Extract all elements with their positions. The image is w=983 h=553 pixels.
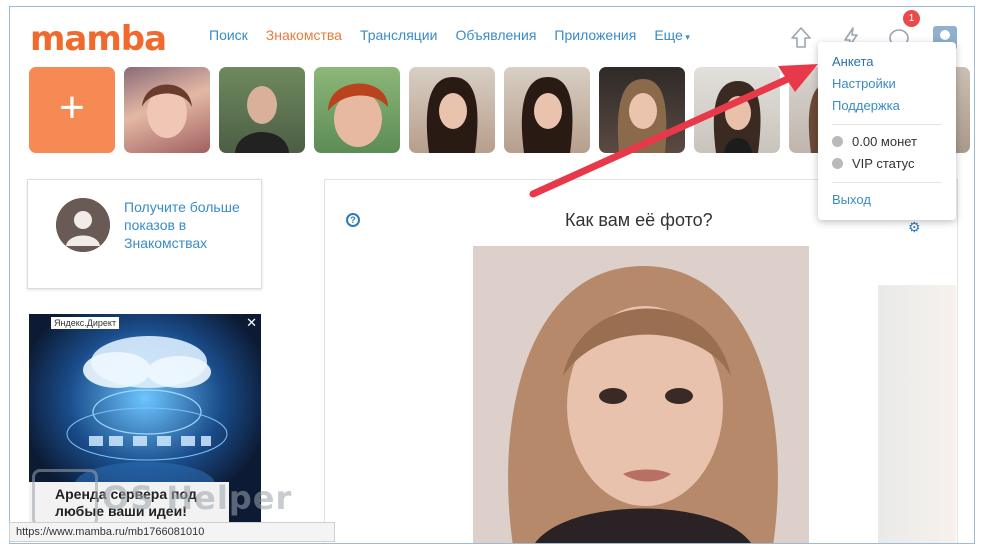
user-avatar-silhouette-icon xyxy=(56,198,110,252)
profile-photo[interactable] xyxy=(473,246,809,543)
settings-gear-icon[interactable]: ⚙ xyxy=(908,219,921,236)
vip-status-label: VIP статус xyxy=(852,156,915,171)
user-thumbnail[interactable] xyxy=(314,67,400,153)
rate-photo-card: ? Как вам её фото? xyxy=(324,179,958,543)
menu-item-support[interactable]: Поддержка xyxy=(832,98,900,113)
notification-badge: 1 xyxy=(903,10,920,27)
nav-search[interactable]: Поиск xyxy=(209,27,248,43)
vip-icon xyxy=(832,158,843,169)
menu-item-vip[interactable]: VIP статус xyxy=(832,156,915,171)
nav-more[interactable]: Еще xyxy=(654,27,690,43)
promo-boost-box[interactable]: Получите больше показов в Знакомствах xyxy=(27,179,262,289)
profile-dropdown-menu: Анкета Настройки Поддержка 0.00 монет VI… xyxy=(818,42,956,220)
upload-icon[interactable] xyxy=(788,25,814,51)
close-icon[interactable]: ✕ xyxy=(246,315,257,331)
user-thumbnail[interactable] xyxy=(599,67,685,153)
user-thumbnail[interactable] xyxy=(694,67,780,153)
user-thumbnail[interactable] xyxy=(409,67,495,153)
menu-item-profile[interactable]: Анкета xyxy=(832,54,874,69)
user-thumbnail[interactable] xyxy=(219,67,305,153)
add-photo-button[interactable]: + xyxy=(29,67,115,153)
nav-ads[interactable]: Объявления xyxy=(455,27,536,43)
nav-streams[interactable]: Трансляции xyxy=(360,27,437,43)
user-thumbnail[interactable] xyxy=(504,67,590,153)
user-thumbnail[interactable] xyxy=(124,67,210,153)
watermark-logo-icon xyxy=(32,469,98,527)
menu-divider xyxy=(832,124,942,125)
coins-balance: 0.00 монет xyxy=(852,134,918,149)
card-title: Как вам её фото? xyxy=(565,210,713,230)
mamba-logo[interactable]: mamba xyxy=(30,19,167,59)
menu-item-logout[interactable]: Выход xyxy=(832,192,871,207)
promo-text[interactable]: Получите больше показов в Знакомствах xyxy=(124,198,254,252)
menu-divider xyxy=(832,182,942,183)
menu-item-coins[interactable]: 0.00 монет xyxy=(832,134,917,149)
browser-viewport: mamba Поиск Знакомства Трансляции Объявл… xyxy=(9,6,975,544)
watermark-text: OS Helper xyxy=(102,479,293,517)
nav-apps[interactable]: Приложения xyxy=(554,27,636,43)
status-bar-url: https://www.mamba.ru/mb1766081010 xyxy=(9,522,335,542)
os-helper-watermark: OS Helper xyxy=(32,469,292,527)
next-card-peek xyxy=(878,285,956,543)
menu-item-settings[interactable]: Настройки xyxy=(832,76,896,91)
help-icon[interactable]: ? xyxy=(346,213,360,227)
nav-dating[interactable]: Знакомства xyxy=(266,27,342,43)
coin-icon xyxy=(832,136,843,147)
main-nav: Поиск Знакомства Трансляции Объявления П… xyxy=(209,27,708,43)
ad-source-label: Яндекс.Директ xyxy=(51,317,120,329)
